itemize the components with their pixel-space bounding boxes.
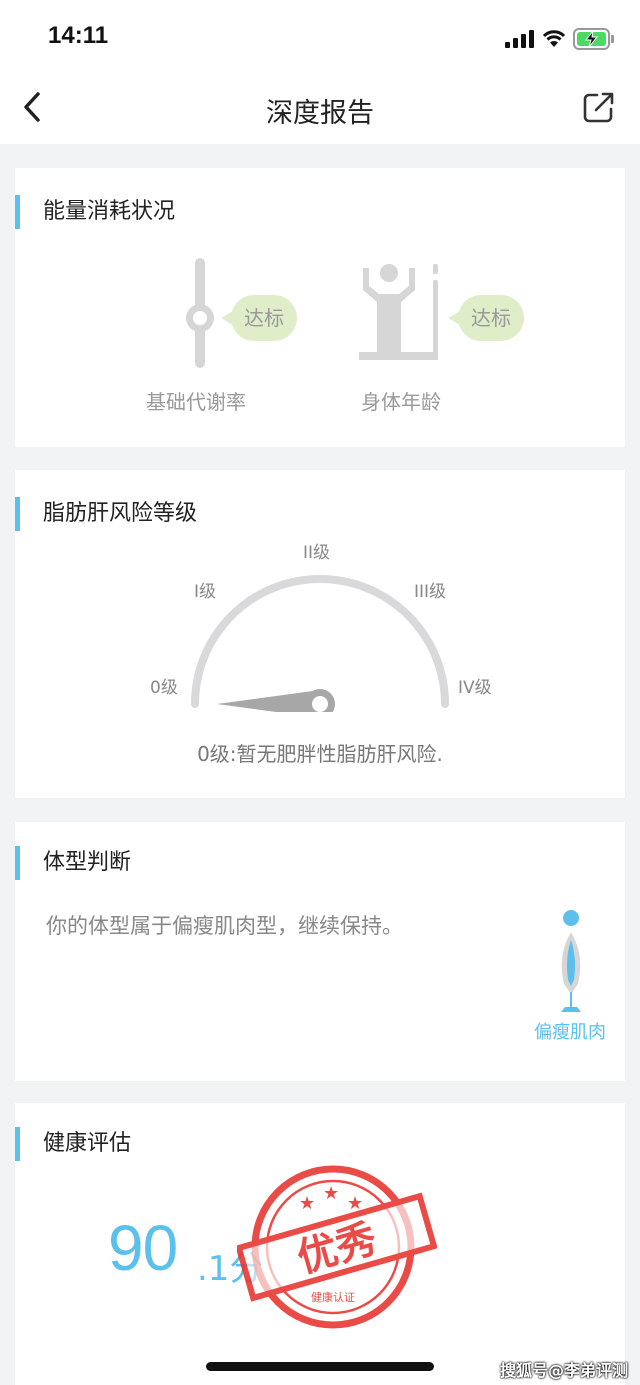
gauge-level-label: II级 <box>303 543 331 563</box>
health-card: 健康评估 90 .1分 ★ ★ ★ 优秀 健康认证 <box>15 1103 625 1385</box>
status-bar: 14:11 <box>0 0 640 76</box>
health-card-title: 健康评估 <box>15 1127 131 1161</box>
body-figure-icon <box>561 910 581 1012</box>
fatty-liver-card-title: 脂肪肝风险等级 <box>15 497 197 531</box>
watermark: 搜狐号@李弟评测 <box>500 1361 629 1380</box>
fatty-liver-card: 脂肪肝风险等级 0级 I级 II级 III级 IV级 0级:暂无肥胖性脂肪肝风险… <box>15 470 625 798</box>
home-indicator[interactable] <box>206 1362 434 1371</box>
bmr-status-badge: 达标 <box>221 295 297 341</box>
excellent-stamp: ★ ★ ★ 优秀 健康认证 <box>237 1165 437 1329</box>
body-type-card-title: 体型判断 <box>15 846 131 880</box>
svg-text:★: ★ <box>323 1183 339 1204</box>
gauge-level-label: 0级 <box>150 678 178 698</box>
svg-text:★: ★ <box>299 1193 315 1214</box>
slider-icon <box>186 258 214 368</box>
share-icon[interactable] <box>582 90 616 124</box>
body-type-label: 偏瘦肌肉 <box>534 1022 606 1043</box>
status-time: 14:11 <box>48 22 109 49</box>
page-title: 深度报告 <box>266 98 374 129</box>
energy-card-title: 能量消耗状况 <box>15 195 175 229</box>
bmr-label: 基础代谢率 <box>146 390 246 414</box>
energy-card: 能量消耗状况 达标 基础代谢率 达标 身体年龄 <box>15 168 625 447</box>
stamp-subtext: 健康认证 <box>311 1290 355 1304</box>
wifi-icon <box>542 30 566 47</box>
body-age-status-badge: 达标 <box>448 295 524 341</box>
body-age-label: 身体年龄 <box>361 390 441 414</box>
cellular-signal-icon <box>505 30 534 48</box>
body-age-icon <box>359 264 438 360</box>
health-score: 90 <box>108 1212 178 1284</box>
navigation-bar: 深度报告 <box>0 76 640 144</box>
gauge-needle <box>217 690 320 712</box>
battery-charging-icon <box>573 28 614 50</box>
risk-gauge <box>191 575 449 712</box>
risk-description: 0级:暂无肥胖性脂肪肝风险. <box>197 742 443 766</box>
body-type-description: 你的体型属于偏瘦肌肉型，继续保持。 <box>46 914 403 938</box>
body-type-card: 体型判断 你的体型属于偏瘦肌肉型，继续保持。 偏瘦肌肉 <box>15 822 625 1081</box>
